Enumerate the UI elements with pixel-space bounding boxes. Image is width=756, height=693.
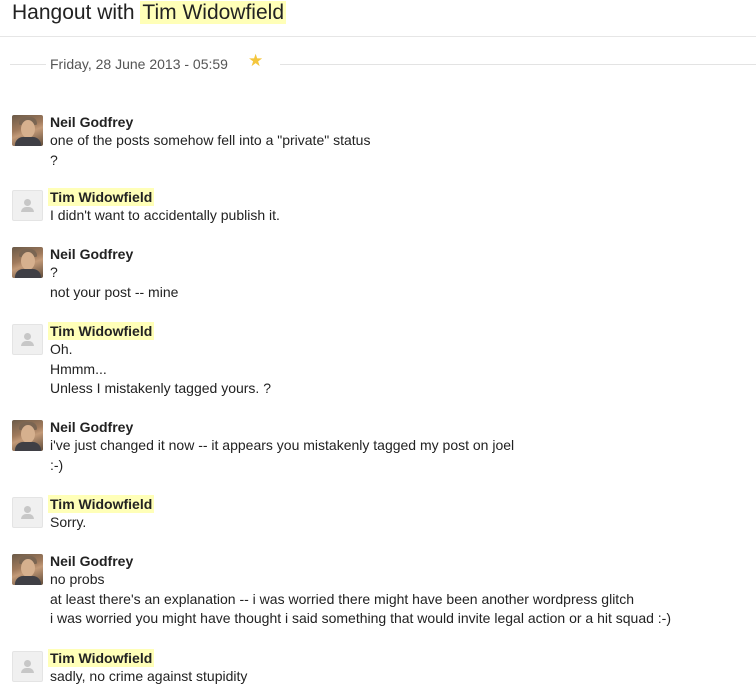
sender-name: Neil Godfrey [50, 114, 134, 130]
message-line: i've just changed it now -- it appears y… [50, 437, 515, 453]
sender-name: Neil Godfrey [50, 246, 134, 262]
sender-name: Neil Godfrey [50, 553, 134, 569]
message-line: ? [50, 264, 58, 280]
message-line: no probs [50, 571, 105, 587]
title-prefix: Hangout with [12, 1, 141, 24]
avatar[interactable] [12, 497, 43, 528]
message-line: one of the posts somehow fell into a "pr… [50, 132, 371, 148]
message-line: i was worried you might have thought i s… [50, 610, 672, 626]
avatar[interactable] [12, 324, 43, 355]
sender-name: Tim Widowfield [48, 649, 155, 667]
message-line: I didn't want to accidentally publish it… [50, 207, 280, 223]
message-line: ? [50, 151, 58, 168]
sender-name: Neil Godfrey [50, 419, 134, 435]
header-bar: Hangout with Tim Widowfield [0, 0, 756, 37]
avatar[interactable] [12, 554, 43, 585]
avatar[interactable] [12, 115, 43, 146]
avatar[interactable] [12, 651, 43, 682]
page-title: Hangout with Tim Widowfield [12, 1, 286, 25]
divider-left [10, 64, 46, 65]
avatar[interactable] [12, 420, 43, 451]
date-label: Friday, 28 June 2013 - 05:59 [50, 56, 228, 72]
sender-name: Tim Widowfield [48, 322, 155, 340]
message-line: at least there's an explanation -- i was… [50, 590, 634, 607]
message-line: sadly, no crime against stupidity [50, 668, 248, 684]
divider-right [280, 64, 756, 65]
avatar[interactable] [12, 247, 43, 278]
sender-name: Tim Widowfield [48, 495, 155, 513]
message-line: Hmmm... [50, 360, 107, 377]
date-separator: Friday, 28 June 2013 - 05:59 ★ [10, 51, 756, 74]
sender-name: Tim Widowfield [48, 188, 155, 206]
title-contact-name[interactable]: Tim Widowfield [140, 1, 286, 24]
message-line: Unless I mistakenly tagged yours. ? [50, 380, 271, 396]
message-line: Sorry. [50, 514, 87, 530]
message-line: not your post -- mine [50, 283, 179, 300]
message-line: Oh. [50, 341, 73, 357]
message-line: :-) [50, 456, 64, 473]
star-icon[interactable]: ★ [248, 51, 263, 71]
avatar[interactable] [12, 190, 43, 221]
